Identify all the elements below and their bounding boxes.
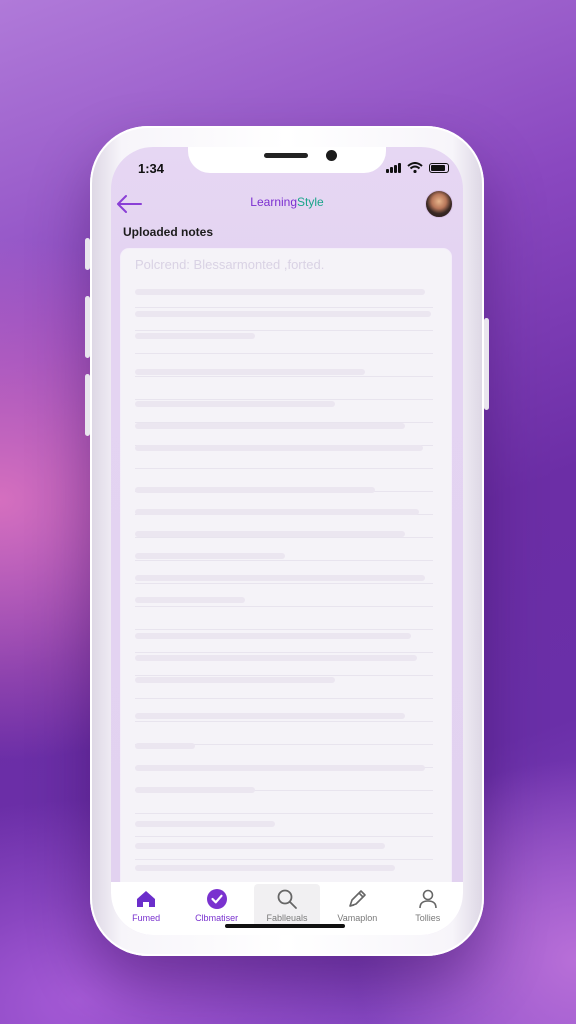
handwriting-line: [135, 553, 285, 559]
handwriting-line: [135, 575, 425, 581]
tab-notes[interactable]: Clbmatiser: [184, 884, 250, 928]
app-title: LearningStyle: [111, 195, 463, 209]
mute-switch: [85, 238, 90, 270]
tab-profile[interactable]: Tollies: [395, 884, 461, 928]
tab-home[interactable]: Fumed: [113, 884, 179, 928]
app-title-style: Style: [297, 195, 324, 209]
handwriting-line: [135, 423, 405, 429]
notch: [188, 147, 386, 173]
status-icons: [386, 162, 449, 173]
handwriting-line: [135, 289, 425, 295]
tab-notes-label: Clbmatiser: [195, 913, 239, 923]
handwriting-line: [135, 445, 423, 451]
handwriting-line: [135, 311, 431, 317]
battery-icon: [429, 162, 449, 173]
avatar[interactable]: [425, 190, 453, 218]
handwriting-line: [135, 843, 385, 849]
profile-icon: [418, 889, 437, 909]
status-time: 1:34: [138, 161, 165, 176]
ruled-lines: [135, 285, 433, 889]
speaker-grille: [264, 153, 308, 158]
handwriting-line: [135, 531, 405, 537]
tab-search-label: Fablleuals: [266, 913, 308, 923]
volume-up-button: [85, 296, 90, 358]
handwriting-line: [135, 633, 411, 639]
tab-write[interactable]: Vamaplon: [324, 884, 390, 928]
uploaded-notes-card[interactable]: Polcrend: Blessarmonted ,forted.: [121, 249, 451, 889]
notes-heading: Polcrend: Blessarmonted ,forted.: [135, 257, 325, 272]
handwriting-line: [135, 787, 255, 793]
front-camera: [326, 150, 337, 161]
handwriting-line: [135, 509, 419, 515]
tab-profile-label: Tollies: [415, 913, 441, 923]
handwriting-line: [135, 865, 395, 871]
notes-check-icon: [206, 889, 227, 909]
power-button: [484, 318, 489, 410]
signal-icon: [386, 162, 401, 173]
handwriting-line: [135, 401, 335, 407]
handwriting-line: [135, 487, 375, 493]
handwriting-line: [135, 743, 195, 749]
pen-icon: [349, 890, 367, 907]
home-indicator[interactable]: [225, 924, 345, 928]
tab-home-label: Fumed: [132, 913, 161, 923]
app-title-learning: Learning: [250, 195, 298, 209]
handwriting-line: [135, 655, 417, 661]
wifi-icon: [407, 162, 423, 173]
handwriting-line: [135, 713, 405, 719]
handwriting-line: [135, 597, 245, 603]
tab-search[interactable]: Fablleuals: [253, 884, 320, 928]
phone-screen: 1:34 LearningStyle Uploaded notes Polcre…: [111, 147, 463, 935]
section-title: Uploaded notes: [123, 225, 214, 239]
tab-write-label: Vamaplon: [337, 913, 378, 923]
volume-down-button: [85, 374, 90, 436]
search-icon: [277, 889, 297, 909]
handwriting-line: [135, 821, 275, 827]
home-icon: [137, 891, 156, 907]
handwriting-line: [135, 765, 425, 771]
handwriting-line: [135, 369, 365, 375]
handwriting-line: [135, 333, 255, 339]
handwriting-line: [135, 677, 335, 683]
